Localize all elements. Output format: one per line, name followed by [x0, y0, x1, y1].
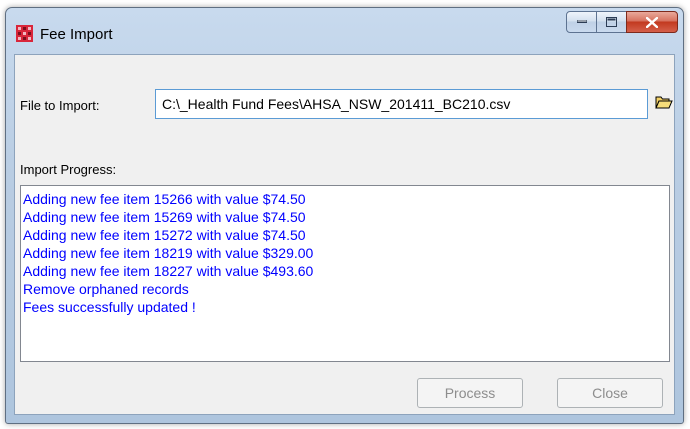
file-path-field[interactable]	[155, 89, 648, 119]
log-line: Adding new fee item 15269 with value $74…	[23, 209, 306, 225]
maximize-button[interactable]	[597, 11, 626, 33]
folder-open-icon[interactable]	[655, 95, 673, 110]
log-line: Remove orphaned records	[23, 281, 189, 297]
caption-buttons	[566, 11, 678, 35]
file-to-import-label: File to Import:	[20, 98, 100, 113]
import-progress-log[interactable]: Adding new fee item 15266 with value $74…	[20, 185, 670, 362]
process-button[interactable]: Process	[417, 378, 523, 408]
title-bar[interactable]: Fee Import	[6, 8, 683, 53]
log-line: Adding new fee item 18219 with value $32…	[23, 245, 314, 261]
import-progress-label: Import Progress:	[20, 162, 117, 177]
minimize-icon	[576, 20, 587, 23]
minimize-button[interactable]	[566, 11, 597, 33]
log-line: Adding new fee item 15272 with value $74…	[23, 227, 306, 243]
dialog-body: File to Import: Import Progress: Adding …	[14, 54, 675, 415]
close-window-button[interactable]	[626, 11, 678, 33]
log-line: Adding new fee item 18227 with value $49…	[23, 263, 314, 279]
log-line: Fees successfully updated !	[23, 299, 196, 315]
close-button[interactable]: Close	[557, 378, 663, 408]
log-line: Adding new fee item 15266 with value $74…	[23, 191, 306, 207]
window-title: Fee Import	[40, 26, 113, 43]
app-icon	[16, 25, 33, 42]
fee-import-window: Fee Import File to Import: C:\_Health Fu…	[5, 7, 684, 424]
maximize-icon	[606, 17, 617, 27]
close-icon	[646, 16, 658, 28]
